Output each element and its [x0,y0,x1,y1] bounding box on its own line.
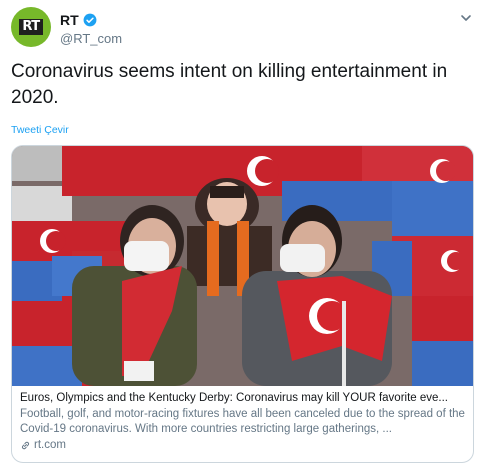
author-handle[interactable]: @RT_com [60,31,122,46]
card-domain-row: rt.com [20,438,468,453]
card-domain: rt.com [34,439,66,451]
link-icon [21,441,30,450]
card-photo [12,146,473,386]
author-row: RT [60,12,97,28]
verified-badge-icon [83,13,97,27]
card-title: Euros, Olympics and the Kentucky Derby: … [20,392,449,404]
card-description: Football, golf, and motor-racing fixture… [20,408,465,435]
author-name[interactable]: RT [60,12,79,28]
avatar[interactable]: RT [11,7,51,47]
tweet-text: Coronavirus seems intent on killing ente… [11,61,448,108]
chevron-down-icon[interactable] [460,12,472,24]
link-preview-card[interactable]: Euros, Olympics and the Kentucky Derby: … [11,145,474,463]
translate-tweet-link[interactable]: Tweeti Çevir [11,124,69,136]
card-meta: Euros, Olympics and the Kentucky Derby: … [20,391,468,453]
avatar-logo-text: RT [19,19,43,35]
